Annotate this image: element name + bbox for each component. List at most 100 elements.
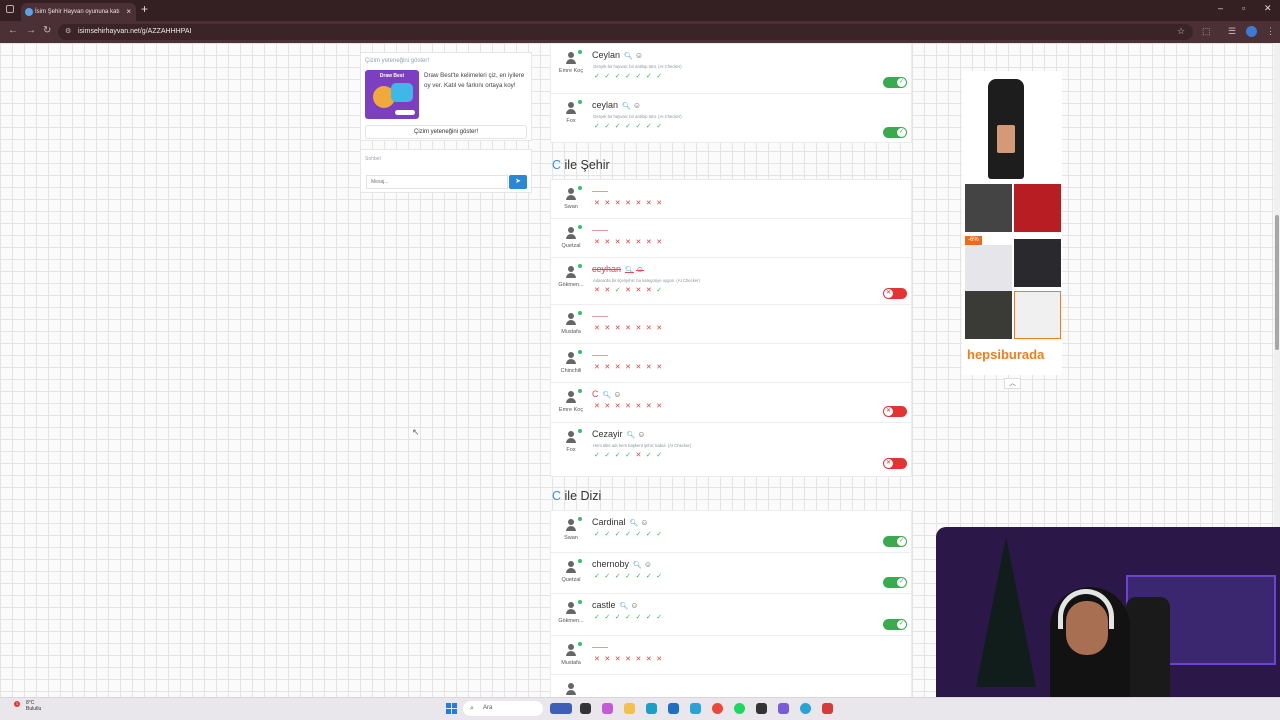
- extensions-icon[interactable]: ⬚: [1202, 26, 1211, 37]
- accept-toggle[interactable]: ✓: [883, 127, 907, 138]
- check-icon: ✓: [897, 128, 906, 137]
- category-header-dizi: C ile Dizi: [552, 489, 601, 503]
- back-icon[interactable]: ←: [8, 25, 18, 36]
- online-status-dot: [578, 311, 582, 315]
- chat-panel: Sohbet ➤: [360, 149, 532, 193]
- ad-thumb-selected[interactable]: [1014, 291, 1061, 339]
- empty-answer-line: [592, 191, 608, 192]
- bookmark-star-icon[interactable]: ☆: [1177, 26, 1185, 37]
- answer-row: Fox ceylan 🔍︎ ☺ Gerçek bir hayvan; bir antil…: [551, 94, 911, 144]
- forward-icon[interactable]: →: [26, 25, 36, 36]
- reaction-icon[interactable]: ☺: [640, 518, 648, 527]
- search-icon[interactable]: 🔍︎: [627, 432, 636, 439]
- browser-menu-icon[interactable]: ⋮: [1266, 26, 1275, 37]
- search-icon[interactable]: 🔍︎: [633, 562, 642, 569]
- store-icon[interactable]: [668, 703, 679, 714]
- reject-x-icon: ✕: [604, 656, 615, 663]
- approve-check-icon: ✓: [614, 123, 626, 130]
- reaction-icon[interactable]: ☺: [637, 430, 645, 439]
- reject-x-icon: ✕: [656, 364, 667, 371]
- ad-thumb-controller[interactable]: [1014, 239, 1061, 287]
- minimize-button[interactable]: –: [1218, 3, 1223, 13]
- search-icon[interactable]: 🔍︎: [620, 603, 629, 610]
- reject-x-icon: ✕: [635, 364, 646, 371]
- player-name: Emre Koç: [558, 68, 584, 74]
- reaction-icon[interactable]: ☺: [636, 265, 644, 274]
- reaction-icon[interactable]: ☺: [630, 601, 638, 610]
- reaction-icon[interactable]: ☺: [633, 101, 641, 110]
- chrome-profile-icon[interactable]: [800, 703, 811, 714]
- approve-check-icon: ✓: [635, 123, 646, 130]
- site-info-icon[interactable]: ⚙: [65, 24, 71, 40]
- file-explorer-icon[interactable]: [624, 703, 635, 714]
- draw-best-image[interactable]: Draw Best: [365, 70, 419, 119]
- reject-x-icon: ✕: [625, 325, 636, 332]
- reaction-icon[interactable]: ☺: [644, 560, 652, 569]
- player-name: Quetzal: [561, 577, 581, 583]
- tab-close-icon[interactable]: ×: [126, 3, 131, 21]
- reload-icon[interactable]: ↻: [43, 25, 51, 36]
- dizi-answers-block: Swan Cardinal 🔍︎ ☺ ✓✓✓✓✓✓✓ ✓ Quetzal chernoby 🔍︎…: [550, 510, 912, 697]
- answer-row: Swan ✕✕✕✕✕✕✕: [551, 180, 911, 219]
- search-icon[interactable]: 🔍︎: [625, 267, 634, 274]
- play-pill-illustration: [395, 110, 415, 115]
- reaction-icon[interactable]: ☺: [613, 390, 621, 399]
- ad-thumb-pc[interactable]: [1014, 184, 1061, 232]
- url-field[interactable]: ⚙ isimsehirhayvan.net/g/AZZAHHHPAI: [58, 24, 1193, 40]
- weather-widget[interactable]: 1 8°C Bulutlu: [10, 700, 41, 712]
- chrome-icon[interactable]: [712, 703, 723, 714]
- vote-marks: ✕✕✓✕✕✕✓: [594, 286, 667, 294]
- tab-search-icon[interactable]: ☰: [1228, 26, 1236, 37]
- ad-collapse-button[interactable]: ︿: [1004, 378, 1021, 389]
- discord-icon[interactable]: [778, 703, 789, 714]
- chat-send-button[interactable]: ➤: [509, 175, 527, 189]
- scrollbar-thumb[interactable]: [1275, 215, 1279, 350]
- widgets-app-icon[interactable]: [550, 703, 572, 714]
- obs-icon[interactable]: [822, 703, 833, 714]
- ad-camera-image[interactable]: [988, 79, 1024, 179]
- ad-thumb-keyboard[interactable]: [965, 245, 1012, 293]
- answer-row: Swan Cardinal 🔍︎ ☺ ✓✓✓✓✓✓✓ ✓: [551, 511, 911, 553]
- search-icon[interactable]: 🔍︎: [603, 392, 612, 399]
- hepsiburada-logo[interactable]: hepsiburada: [967, 347, 1044, 362]
- search-icon[interactable]: 🔍︎: [630, 520, 639, 527]
- search-icon[interactable]: 🔍︎: [622, 103, 631, 110]
- search-icon[interactable]: 🔍︎: [624, 53, 633, 60]
- accept-toggle[interactable]: ✕: [883, 458, 907, 469]
- spotify-icon[interactable]: [734, 703, 745, 714]
- reject-x-icon: ✕: [635, 325, 646, 332]
- advertisement-banner[interactable]: -6% hepsiburada: [962, 71, 1062, 375]
- ad-thumb-webcam[interactable]: [965, 291, 1012, 339]
- category-title: ile Dizi: [564, 489, 602, 503]
- copilot-icon[interactable]: [602, 703, 613, 714]
- tab-actions-icon[interactable]: [6, 5, 14, 13]
- accept-toggle[interactable]: ✕: [883, 288, 907, 299]
- answer-row: Emre Koç Ceylan 🔍︎ ☺ Gerçek bir hayvan; bir …: [551, 44, 911, 94]
- start-button[interactable]: [446, 703, 457, 714]
- new-tab-button[interactable]: +: [141, 2, 148, 16]
- answer-text: Cardinal: [592, 517, 626, 527]
- chat-message-input[interactable]: [366, 175, 508, 189]
- taskbar-search[interactable]: ⌕ Ara: [463, 701, 543, 716]
- ad-thumb-case[interactable]: [965, 184, 1012, 232]
- close-window-button[interactable]: ✕: [1264, 3, 1272, 14]
- reject-x-icon: ✕: [594, 364, 605, 371]
- terminal-icon[interactable]: [756, 703, 767, 714]
- accept-toggle[interactable]: ✓: [883, 77, 907, 88]
- browser-tab-active[interactable]: İsim Şehir Hayvan oyununa katı ×: [21, 3, 136, 21]
- edge-icon[interactable]: [646, 703, 657, 714]
- promo-title: Çizim yeteneğini göster!: [365, 58, 430, 64]
- answer-row: Gökmen... castle 🔍︎ ☺ ✓✓✓✓✓✓✓ ✓: [551, 594, 911, 636]
- maximize-button[interactable]: ▫: [1242, 3, 1245, 13]
- app-icon[interactable]: [690, 703, 701, 714]
- profile-avatar[interactable]: [1246, 26, 1257, 37]
- task-view-icon[interactable]: [580, 703, 591, 714]
- christmas-tree: [976, 537, 1036, 687]
- reaction-icon[interactable]: ☺: [635, 51, 643, 60]
- accept-toggle[interactable]: ✓: [883, 577, 907, 588]
- answer-text-wrap: Cezayir 🔍︎ ☺: [592, 429, 646, 439]
- show-drawing-skill-button[interactable]: Çizim yeteneğini göster!: [365, 125, 527, 139]
- accept-toggle[interactable]: ✓: [883, 619, 907, 630]
- accept-toggle[interactable]: ✓: [883, 536, 907, 547]
- accept-toggle[interactable]: ✕: [883, 406, 907, 417]
